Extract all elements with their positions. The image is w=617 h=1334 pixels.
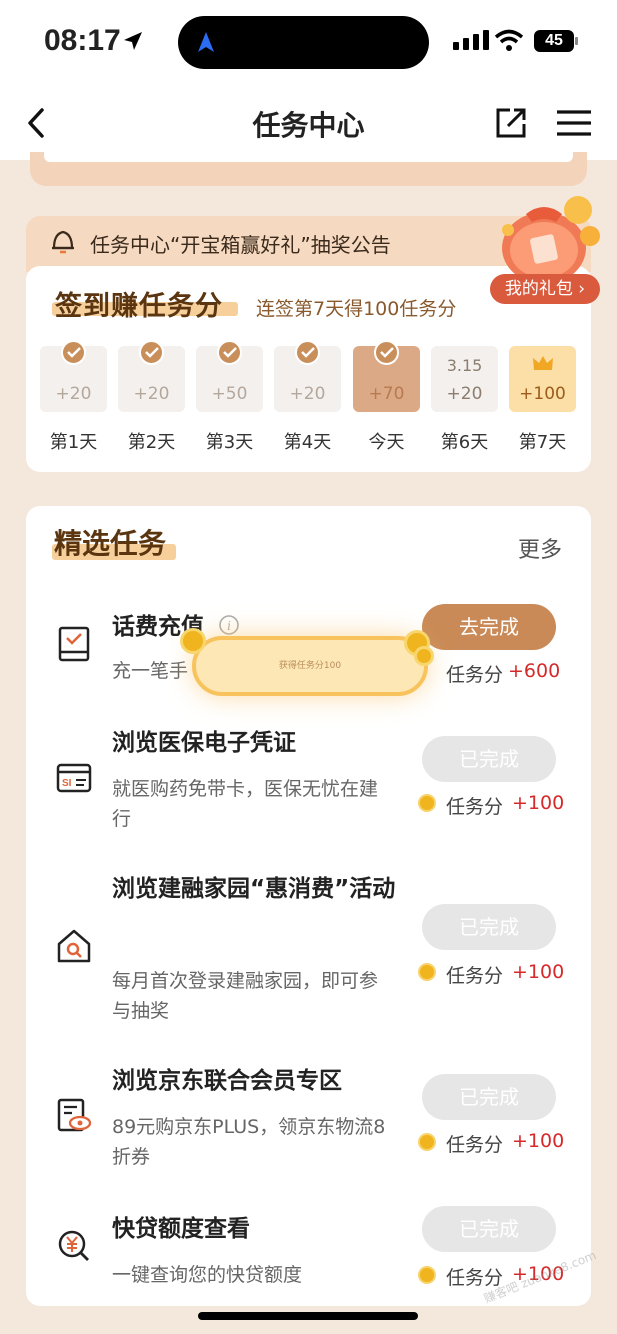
my-gift-button[interactable]: 我的礼包 › [490, 274, 600, 304]
document-eye-icon [57, 1098, 92, 1132]
status-bar: 08:17 45 [0, 0, 617, 84]
task-reward-label: 任务分 [446, 1134, 504, 1156]
checkin-day-7: +100 [509, 346, 576, 412]
yuan-search-icon [58, 1230, 89, 1261]
coin-icon [418, 1133, 436, 1151]
task-reward-value: +100 [512, 792, 565, 814]
check-icon [139, 340, 164, 365]
checkin-day-today: +70 [353, 340, 420, 412]
announcement-text[interactable]: 任务中心“开宝箱赢好礼”抽奖公告 [90, 229, 391, 258]
checkin-day-6: 3.15 +20 [431, 346, 498, 412]
check-icon [295, 340, 320, 365]
day-points: +20 [133, 384, 170, 404]
battery-indicator: 45 [534, 30, 574, 52]
crown-icon [533, 356, 553, 370]
home-indicator[interactable] [198, 1312, 418, 1320]
day-date: 3.15 [446, 356, 483, 375]
task-reward-label: 任务分 [446, 796, 504, 818]
location-arrow-icon [124, 32, 142, 50]
medical-card-icon: SI [56, 763, 92, 793]
task-desc: 89元购京东PLUS，领京东物流8折券 [112, 1116, 386, 1168]
day-label: 第4天 [283, 432, 332, 453]
day-points: +20 [289, 384, 326, 404]
day-points: +50 [211, 384, 248, 404]
checkin-subtitle: 连签第7天得100任务分 [256, 298, 457, 320]
day-label: 第2天 [127, 432, 176, 453]
battery-tip [575, 37, 578, 45]
checkin-day-2: +20 [118, 340, 185, 412]
task-desc: 一键查询您的快贷额度 [112, 1264, 303, 1286]
day-label: 第3天 [205, 432, 254, 453]
checkin-day-3: +50 [196, 340, 263, 412]
task-done-button[interactable]: 已完成 [422, 1206, 556, 1252]
task-done-button[interactable]: 已完成 [422, 904, 556, 950]
share-icon[interactable] [494, 106, 528, 140]
checkin-day-4: +20 [274, 340, 341, 412]
svg-text:SI: SI [62, 778, 72, 789]
task-name[interactable]: 快贷额度查看 [112, 1206, 398, 1252]
day-points: +20 [55, 384, 92, 404]
day-points: +70 [368, 384, 405, 404]
day-label: 第6天 [440, 432, 489, 453]
navigation-icon [198, 32, 214, 52]
coin-icon [418, 963, 436, 981]
coin-icon [418, 794, 436, 812]
checkin-day-1: +20 [40, 340, 107, 412]
coin-icon [414, 646, 434, 666]
day-label: 第7天 [518, 432, 567, 453]
day-label: 第1天 [49, 432, 98, 453]
svg-text:i: i [227, 619, 231, 633]
nav-bar: 任务中心 [0, 84, 617, 160]
check-icon [61, 340, 86, 365]
task-reward-label: 任务分 [446, 664, 504, 686]
bell-icon [52, 230, 74, 254]
day-points: +20 [446, 384, 483, 404]
task-reward-value: +600 [508, 660, 561, 682]
task-name[interactable]: 浏览建融家园“惠消费”活动 [112, 866, 398, 912]
task-reward-value: +100 [512, 1130, 565, 1152]
task-desc: 就医购药免带卡，医保无忧在建行 [112, 778, 379, 830]
task-done-button[interactable]: 已完成 [422, 736, 556, 782]
check-icon [374, 340, 399, 365]
task-reward-label: 任务分 [446, 965, 504, 987]
more-link[interactable]: 更多 [518, 532, 562, 564]
menu-icon[interactable] [556, 108, 592, 138]
home-search-icon [57, 929, 91, 963]
task-done-button[interactable]: 已完成 [422, 1074, 556, 1120]
checkin-title: 签到赚任务分 [55, 291, 223, 322]
tasks-title: 精选任务 [54, 527, 167, 560]
task-desc: 每月首次登录建融家园，即可参与抽奖 [112, 970, 379, 1022]
wifi-icon [494, 29, 524, 51]
day-points: +100 [519, 384, 566, 404]
coin-icon [418, 1266, 436, 1284]
coin-icon [180, 628, 206, 654]
phone-bill-icon [58, 626, 90, 662]
info-icon[interactable]: i [218, 614, 240, 636]
task-reward-value: +100 [512, 961, 565, 983]
cell-signal-icon [453, 30, 489, 50]
task-go-button[interactable]: 去完成 [422, 604, 556, 650]
status-time: 08:17 [44, 24, 121, 57]
day-label: 今天 [368, 432, 405, 453]
check-icon [217, 340, 242, 365]
top-card-inner-edge [44, 152, 573, 162]
task-name[interactable]: 浏览京东联合会员专区 [112, 1058, 398, 1104]
reward-toast: 获得任务分100 [192, 636, 428, 696]
task-name[interactable]: 浏览医保电子凭证 [112, 720, 398, 766]
